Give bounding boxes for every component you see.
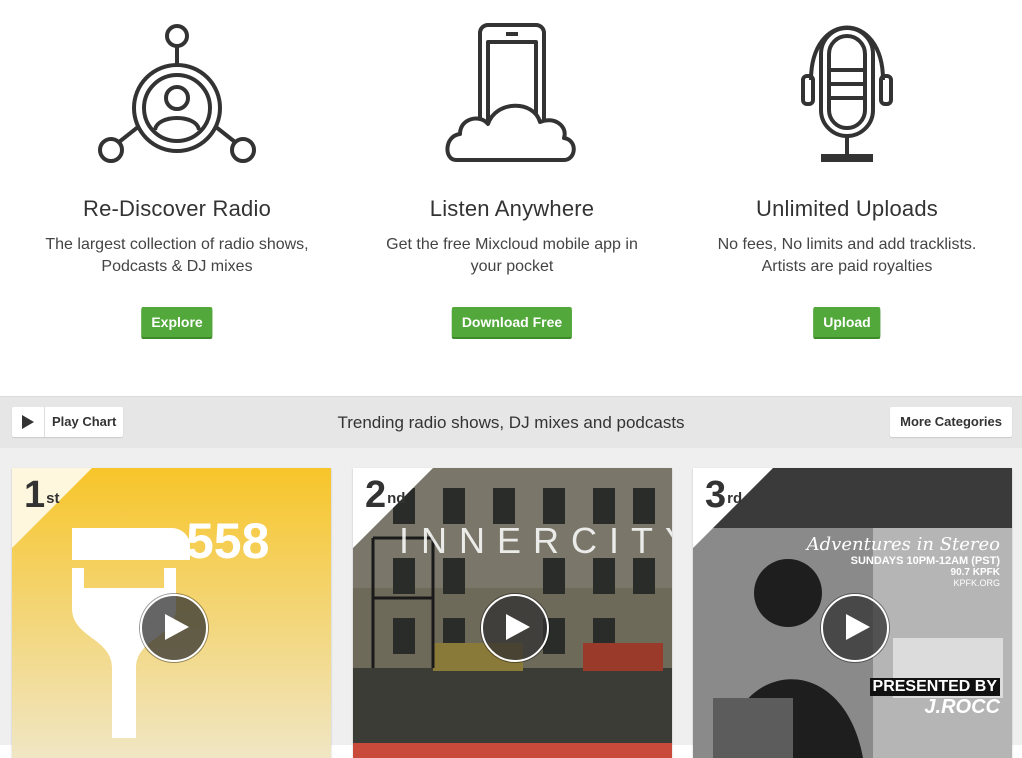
cover-text-block: Adventures in Stereo SUNDAYS 10PM-12AM (… bbox=[807, 534, 1000, 588]
cover-artist: J.ROCC bbox=[924, 696, 1000, 718]
more-categories-button[interactable]: More Categories bbox=[890, 407, 1012, 437]
download-free-button[interactable]: Download Free bbox=[451, 307, 573, 337]
play-icon bbox=[12, 407, 45, 437]
cover-schedule: SUNDAYS 10PM-12AM (PST) bbox=[850, 555, 1000, 567]
rank-label: 1st bbox=[24, 474, 60, 516]
rank-label: 2nd bbox=[365, 474, 406, 516]
feature-description: The largest collection of radio shows, Po… bbox=[45, 236, 309, 275]
chart-title: Trending radio shows, DJ mixes and podca… bbox=[337, 413, 685, 432]
cover-presented-by: PRESENTED BY bbox=[869, 678, 1000, 696]
feature-description: Get the free Mixcloud mobile app in your … bbox=[386, 236, 638, 275]
phone-cloud-icon bbox=[445, 23, 576, 162]
explore-button[interactable]: Explore bbox=[141, 307, 213, 337]
features-section: Re-Discover Radio The largest collection… bbox=[0, 0, 1022, 396]
chart-toolbar: Trending radio shows, DJ mixes and podca… bbox=[0, 396, 1022, 450]
cover-website: KPFK.ORG bbox=[953, 578, 1000, 588]
play-button[interactable] bbox=[820, 594, 889, 662]
play-button[interactable] bbox=[139, 594, 208, 662]
upload-button[interactable]: Upload bbox=[813, 307, 881, 337]
feature-title: Listen Anywhere bbox=[429, 196, 595, 221]
cover-title: Adventures in Stereo bbox=[806, 534, 1000, 555]
chart-card-2[interactable]: INNERCITY 2nd bbox=[353, 468, 672, 758]
cover-station: 90.7 KPFK bbox=[950, 567, 1000, 578]
feature-description: No fees, No limits and add tracklists. Ar… bbox=[717, 236, 977, 275]
feature-title: Unlimited Uploads bbox=[756, 196, 938, 221]
cover-credits: PRESENTED BY J.ROCC bbox=[869, 678, 1000, 719]
play-icon bbox=[505, 614, 530, 640]
feature-title: Re-Discover Radio bbox=[82, 196, 271, 221]
play-icon bbox=[164, 614, 189, 640]
cover-text-innercity: INNERCITY bbox=[399, 520, 672, 561]
chart-card-3[interactable]: Adventures in Stereo SUNDAYS 10PM-12AM (… bbox=[693, 468, 1012, 758]
chart-card-1[interactable]: 558 1st bbox=[12, 468, 331, 758]
rank-label: 3rd bbox=[705, 474, 743, 516]
play-chart-label: Play Chart bbox=[52, 414, 117, 429]
cover-text-558: 558 bbox=[186, 513, 270, 569]
microphone-icon bbox=[801, 25, 893, 162]
play-icon bbox=[845, 614, 870, 640]
play-chart-button[interactable]: Play Chart bbox=[12, 407, 123, 437]
play-button[interactable] bbox=[480, 594, 549, 662]
radio-network-icon bbox=[98, 24, 256, 163]
trending-cards: 558 1st INNERCITY 2nd Adventures in Ster… bbox=[0, 448, 1022, 758]
